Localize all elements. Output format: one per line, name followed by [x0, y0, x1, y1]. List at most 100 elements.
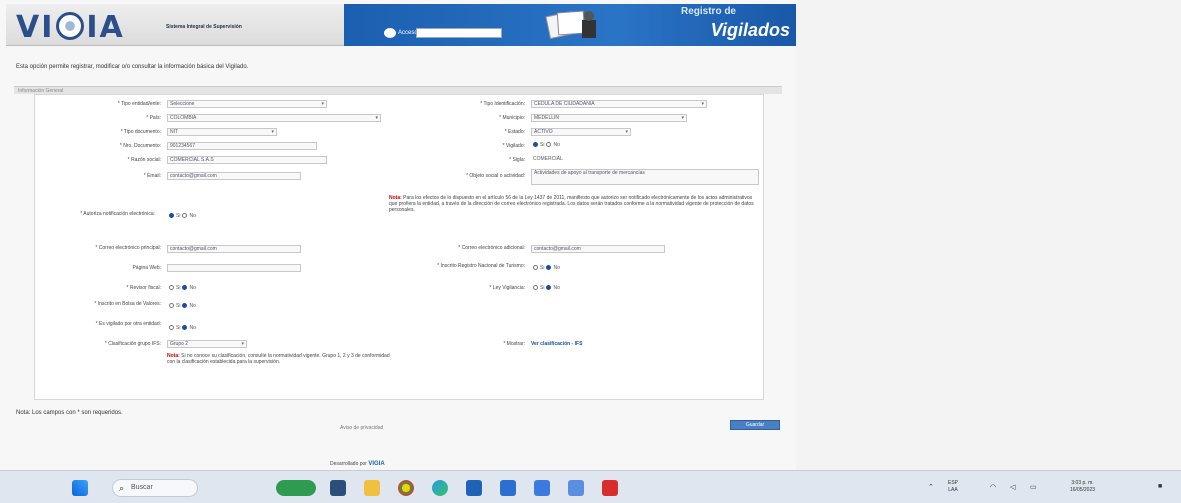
radio-vigilado[interactable]: Si No	[531, 142, 560, 148]
footer-brand: VIGIA	[368, 461, 385, 467]
input-email[interactable]: contacto@gmail.com	[167, 172, 301, 180]
widgets-icon[interactable]	[276, 480, 316, 496]
app-icon[interactable]	[568, 480, 584, 496]
footer-prefix: Desarrollado por	[330, 461, 367, 467]
vigia-logo: VI IA	[16, 10, 125, 45]
input-nro-documento[interactable]: 901234567	[167, 142, 317, 150]
chrome-icon[interactable]	[398, 480, 414, 496]
radio-dot-no[interactable]	[182, 303, 188, 309]
registration-form: * Tipo entidad/ente: Seleccione * Tipo I…	[34, 94, 764, 400]
label-vigilado: * Vigilado:	[502, 143, 525, 149]
label-razon-social: * Razón social:	[127, 157, 161, 163]
radio-si-label: Si	[176, 285, 181, 291]
date: 16/05/2023	[1070, 487, 1096, 493]
radio-si-label: Si	[540, 285, 545, 291]
input-pagina-web[interactable]	[167, 264, 301, 272]
radio-dot-si[interactable]	[169, 213, 174, 219]
taskbar-search[interactable]: Buscar	[112, 479, 198, 497]
radio-ley-vigilancia[interactable]: Si No	[531, 285, 560, 291]
radio-no-label: No	[189, 213, 196, 219]
logo-subtitle: Sistema Integral de Supervisión	[166, 24, 242, 30]
label-tipo-entidad: * Tipo entidad/ente:	[117, 101, 161, 107]
save-button[interactable]: Guardar	[730, 420, 780, 430]
select-clasificacion-ifs[interactable]: Grupo 2	[167, 340, 247, 348]
radio-dot-no[interactable]	[182, 213, 188, 219]
radio-dot-no[interactable]	[546, 142, 552, 148]
file-explorer-icon[interactable]	[364, 480, 380, 496]
input-razon-social[interactable]: COMERCIAL S.A.S	[167, 156, 327, 164]
note-clasificacion: Nota: Si no conoce su clasificación, con…	[167, 353, 399, 365]
task-view-icon[interactable]	[330, 480, 346, 496]
speaker-icon[interactable]: ◁	[1010, 483, 1015, 491]
select-tipo-documento[interactable]: NIT	[167, 128, 277, 136]
radio-vigilado-otra-entidad[interactable]: Si No	[167, 325, 196, 331]
note-notificacion: Nota: Para los efectos de lo dispuesto e…	[389, 195, 761, 213]
radio-dot-si[interactable]	[169, 303, 174, 309]
radio-registro-turismo[interactable]: Si No	[531, 265, 560, 271]
radio-dot-si[interactable]	[169, 325, 174, 331]
input-sigla[interactable]: COMERCIAL	[531, 156, 611, 164]
battery-icon[interactable]: ▭	[1030, 483, 1037, 491]
mail-icon[interactable]	[500, 480, 516, 496]
store-icon[interactable]	[466, 480, 482, 496]
radio-dot-no[interactable]	[182, 325, 188, 331]
select-tipo-entidad[interactable]: Seleccione	[167, 100, 327, 108]
taskbar: Buscar ⌃ ESPLAA ◠ ◁ ▭ 3:03 p. m.16/05/20…	[0, 470, 1181, 503]
windows-start-icon[interactable]	[72, 480, 88, 496]
select-estado[interactable]: ACTIVO	[531, 128, 631, 136]
section-header: Información General	[14, 86, 782, 94]
language-sub: LAA	[948, 487, 958, 493]
empty-area	[796, 0, 1181, 470]
language-indicator[interactable]: ESP LAA	[948, 480, 958, 494]
radio-no-label: No	[189, 285, 196, 291]
label-tipo-documento: * Tipo documento:	[120, 129, 161, 135]
radio-bolsa-valores[interactable]: Si No	[167, 303, 196, 309]
radio-revisor-fiscal[interactable]: Si No	[167, 285, 196, 291]
label-revisor-fiscal: * Revisor fiscal:	[126, 285, 161, 291]
language-code: ESP	[948, 480, 959, 486]
input-correo-adicional[interactable]: contacto@gmail.com	[531, 245, 665, 253]
chevron-up-icon[interactable]: ⌃	[928, 483, 934, 491]
time: 3:03 p. m.	[1071, 480, 1094, 486]
required-fields-note: Nota: Los campos con * son requeridos.	[16, 410, 123, 416]
label-estado: * Estado:	[504, 129, 525, 135]
wifi-icon[interactable]: ◠	[990, 483, 996, 491]
teams-icon[interactable]	[534, 480, 550, 496]
radio-dot-no[interactable]	[546, 285, 552, 291]
radio-si-label: Si	[176, 303, 181, 309]
note-right-text: Para los efectos de lo dispuesto en el a…	[389, 195, 754, 213]
link-clasificacion-ifs[interactable]: Ver clasificación - IFS	[531, 341, 582, 347]
clock[interactable]: 3:03 p. m. 16/05/2023	[1070, 480, 1095, 494]
radio-dot-no[interactable]	[182, 285, 188, 291]
label-sigla: * Sigla:	[509, 157, 525, 163]
label-autoriza-notificacion: * Autoriza notificación electrónica:	[80, 211, 155, 217]
edge-icon[interactable]	[432, 480, 448, 496]
select-tipo-identificacion[interactable]: CEDULA DE CIUDADANIA	[531, 100, 707, 108]
note-bottom-text: Si no conoce su clasificación, consulte …	[167, 353, 390, 365]
radio-dot-si[interactable]	[169, 285, 174, 291]
radio-dot-no[interactable]	[546, 265, 552, 271]
label-pagina-web: Página Web:	[132, 265, 161, 271]
pdf-reader-icon[interactable]	[602, 480, 618, 496]
radio-no-label: No	[553, 265, 560, 271]
radio-dot-si[interactable]	[533, 265, 538, 271]
label-email: * Email:	[143, 173, 161, 179]
label-correo-adicional: * Correo electrónico adicional:	[458, 245, 525, 251]
notification-icon[interactable]: ■	[1158, 483, 1162, 490]
textarea-objeto-social[interactable]: Actividades de apoyo al transporte de me…	[531, 169, 759, 185]
radio-dot-si[interactable]	[533, 142, 538, 148]
select-municipio[interactable]: MEDELLIN	[531, 114, 687, 122]
seal-icon	[56, 11, 85, 40]
privacy-link[interactable]: Aviso de privacidad	[340, 425, 383, 431]
access-label: Acceso	[398, 30, 418, 36]
header-banner: VI IA Sistema Integral de Supervisión Acc…	[6, 4, 796, 46]
radio-dot-si[interactable]	[533, 285, 538, 291]
input-correo-principal[interactable]: contacto@gmail.com	[167, 245, 301, 253]
documents-icon	[545, 10, 596, 40]
label-correo-principal: * Correo electrónico principal:	[95, 245, 161, 251]
access-field[interactable]	[416, 28, 502, 38]
label-mostrar: * Mostrar:	[503, 341, 525, 347]
select-pais[interactable]: COLOMBIA	[167, 114, 381, 122]
label-objeto-social: * Objeto social o actividad:	[466, 173, 525, 179]
radio-autoriza-notificacion[interactable]: Si No	[167, 213, 196, 219]
